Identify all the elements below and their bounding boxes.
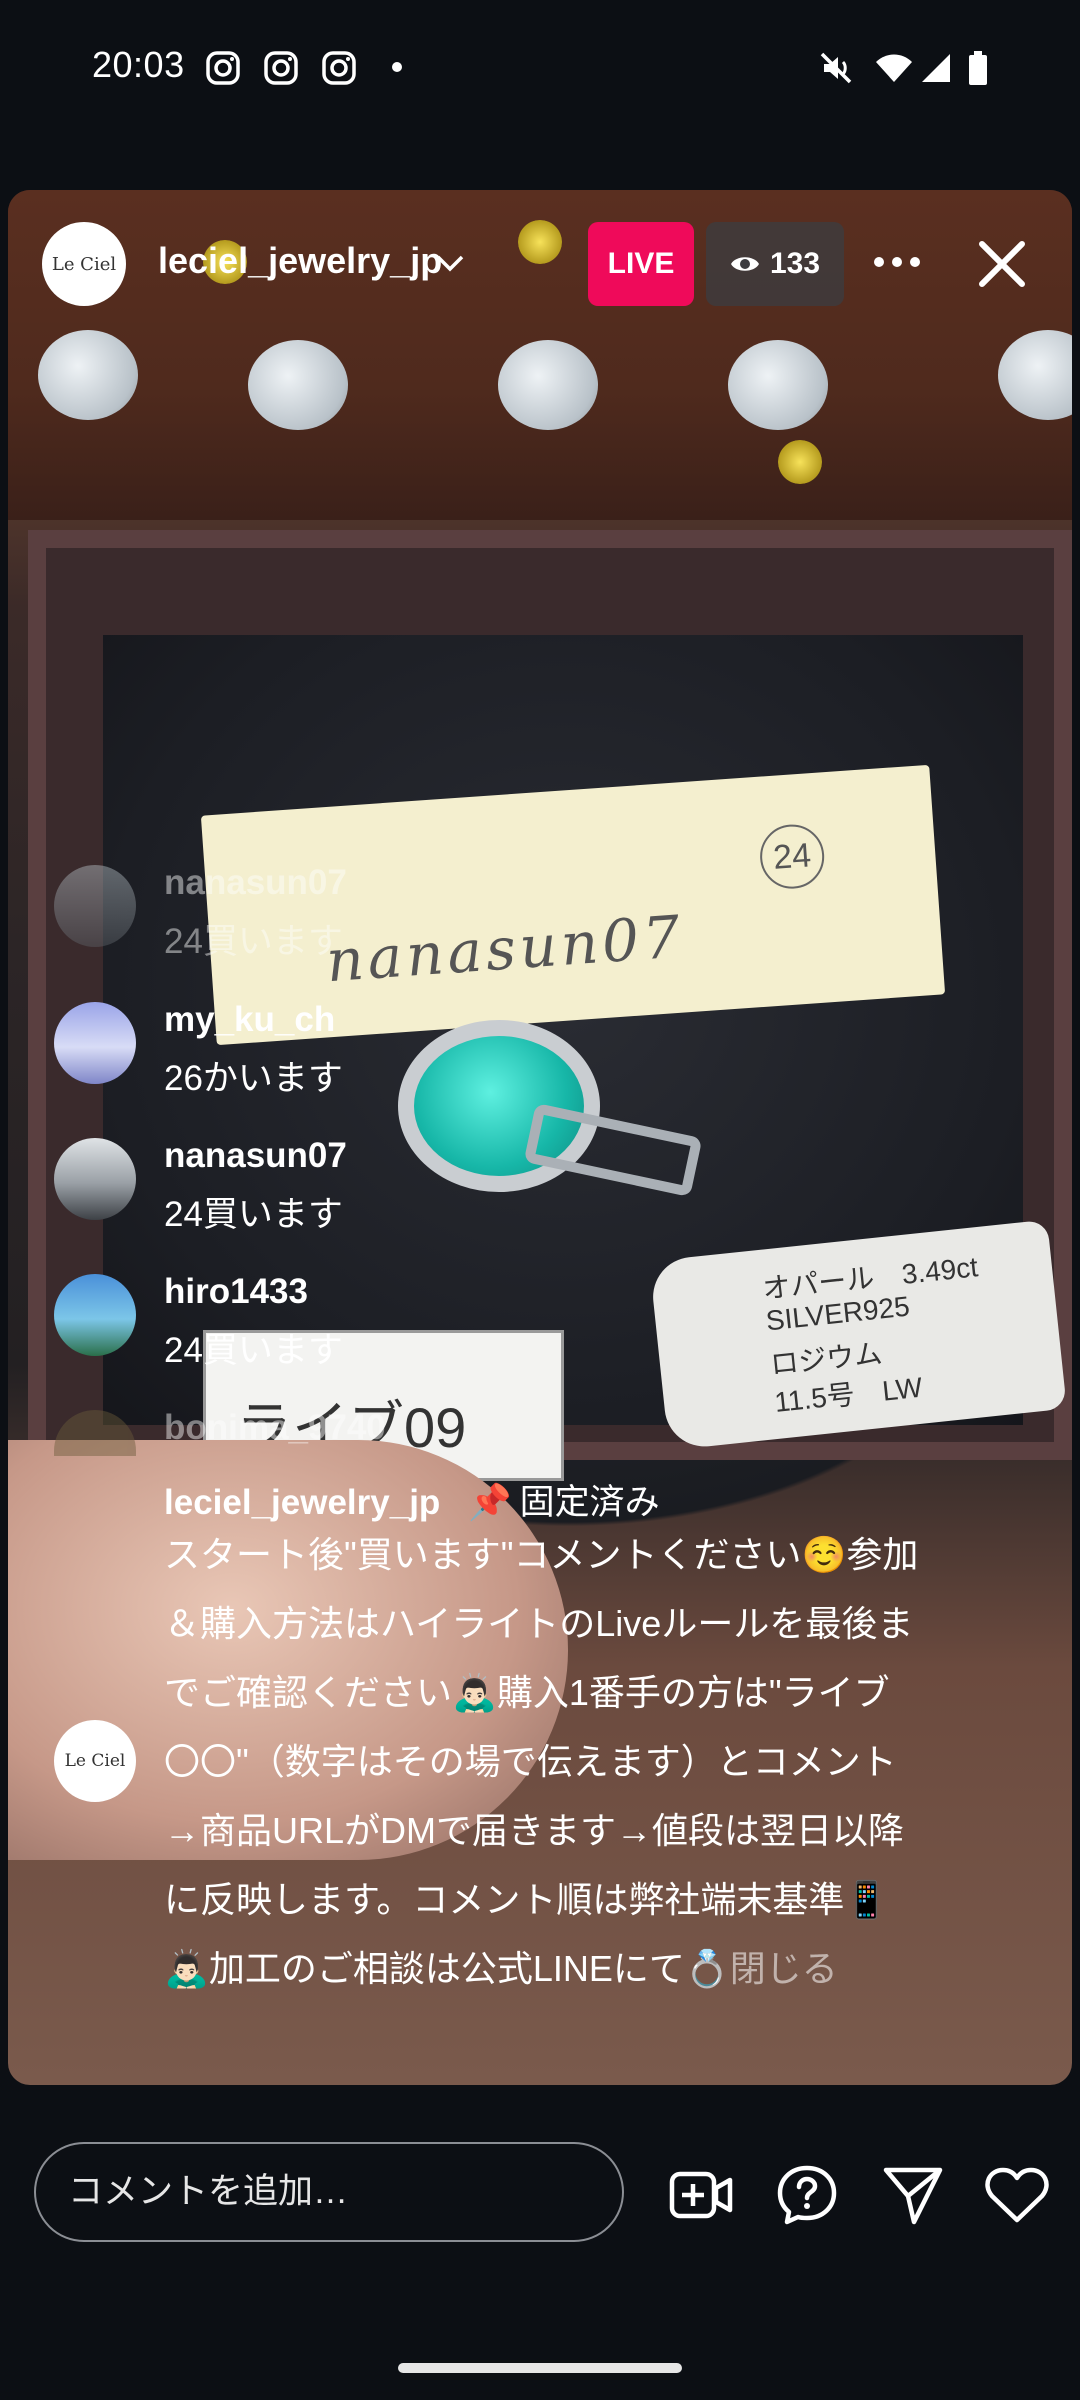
comment-item[interactable]: nanasun07 24買います <box>54 1136 954 1238</box>
pinned-label: 固定済み <box>519 1483 660 1522</box>
status-bar: 20:03 <box>0 0 1080 135</box>
video-decor <box>518 220 562 264</box>
comment-username[interactable]: hiro1433 <box>164 1272 308 1312</box>
comment-username[interactable]: bonima_9740 <box>164 1408 386 1448</box>
pinned-username[interactable]: leciel_jewelry_jp <box>164 1483 440 1522</box>
pinned-text: スタート後"買います"コメントください☺️参加＆購入方法はハイライトのLiveル… <box>164 1534 919 1989</box>
video-decor <box>778 440 822 484</box>
video-decor <box>498 340 598 430</box>
status-time: 20:03 <box>92 44 185 85</box>
video-decor <box>38 330 138 420</box>
comment-text: 24買います <box>164 1331 343 1370</box>
instagram-icon <box>206 51 240 85</box>
wifi-icon <box>876 54 912 82</box>
video-decor <box>248 340 348 430</box>
pinned-header: leciel_jewelry_jp 📌 固定済み <box>164 1474 660 1525</box>
eye-icon <box>730 257 759 271</box>
live-badge: LIVE <box>588 222 694 306</box>
comment-text: 24買います <box>164 922 343 961</box>
comment-item[interactable]: bonima_9740 <box>54 1408 954 1456</box>
comment-item[interactable]: nanasun07 24買います <box>54 863 954 965</box>
comment-avatar[interactable] <box>54 865 136 947</box>
mute-icon <box>820 52 852 84</box>
chevron-down-icon[interactable] <box>434 247 466 279</box>
comment-username[interactable]: nanasun07 <box>164 863 347 903</box>
close-pinned-link[interactable]: 閉じる <box>730 1948 838 1989</box>
instagram-icon <box>264 51 298 85</box>
instagram-icon <box>322 51 356 85</box>
close-icon[interactable] <box>972 234 1032 294</box>
comment-item[interactable]: hiro1433 24買います <box>54 1272 954 1374</box>
home-indicator[interactable] <box>398 2363 682 2373</box>
comment-text: 24買います <box>164 1195 343 1234</box>
comment-item[interactable]: my_ku_ch 26かいます <box>54 1000 954 1102</box>
heart-icon[interactable] <box>984 2164 1050 2226</box>
pin-icon: 📌 <box>468 1483 512 1522</box>
comment-username[interactable]: my_ku_ch <box>164 1000 335 1040</box>
pinned-comment: スタート後"買います"コメントください☺️参加＆購入方法はハイライトのLiveル… <box>164 1520 924 2003</box>
pinned-avatar[interactable]: Le Ciel <box>54 1720 136 1802</box>
video-decor <box>728 340 828 430</box>
battery-icon <box>969 51 987 85</box>
comment-input[interactable]: コメントを追加… <box>34 2142 624 2242</box>
add-video-icon[interactable] <box>668 2164 734 2226</box>
comment-text: 26かいます <box>164 1059 343 1098</box>
viewer-count[interactable]: 133 <box>706 222 844 306</box>
notification-dot <box>392 62 402 72</box>
comment-avatar[interactable] <box>54 1002 136 1084</box>
comment-username[interactable]: nanasun07 <box>164 1136 347 1176</box>
signal-icon <box>922 54 950 82</box>
viewer-count-value: 133 <box>769 247 821 280</box>
comment-avatar[interactable] <box>54 1138 136 1220</box>
comment-avatar[interactable] <box>54 1274 136 1356</box>
question-icon[interactable] <box>774 2164 840 2226</box>
streamer-avatar[interactable]: Le Ciel <box>42 222 126 306</box>
streamer-username[interactable]: leciel_jewelry_jp <box>158 240 442 282</box>
send-icon[interactable] <box>880 2164 946 2226</box>
comment-avatar[interactable] <box>54 1410 136 1456</box>
more-options-icon[interactable] <box>870 240 924 284</box>
